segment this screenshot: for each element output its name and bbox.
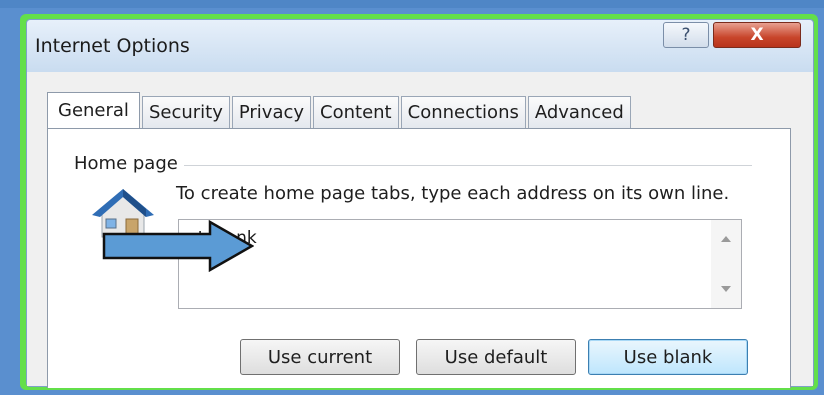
tab-advanced[interactable]: Advanced: [527, 96, 631, 128]
home-page-address-field[interactable]: ut:blank: [178, 219, 742, 309]
arrow-right-icon: [102, 220, 254, 272]
top-strip: [0, 0, 824, 8]
window-title: Internet Options: [35, 35, 190, 57]
use-default-button[interactable]: Use default: [416, 339, 576, 375]
title-bar: Internet Options ? X: [27, 20, 813, 72]
use-current-button[interactable]: Use current: [240, 339, 400, 375]
internet-options-dialog: Internet Options ? X General Security Pr…: [26, 19, 814, 388]
tab-security[interactable]: Security: [141, 96, 230, 128]
help-icon: ?: [681, 25, 691, 45]
close-icon: X: [750, 25, 764, 45]
tab-privacy[interactable]: Privacy: [231, 96, 312, 128]
help-button[interactable]: ?: [663, 22, 709, 48]
tab-general[interactable]: General: [47, 92, 140, 128]
close-button[interactable]: X: [713, 22, 801, 48]
tab-content[interactable]: Content: [313, 96, 399, 128]
scroll-up-icon[interactable]: [721, 236, 731, 242]
home-page-group-label: Home page: [74, 153, 184, 174]
home-page-instruction: To create home page tabs, type each addr…: [176, 183, 730, 204]
use-blank-button[interactable]: Use blank: [588, 339, 748, 375]
tab-strip: General Security Privacy Content Connect…: [47, 92, 633, 128]
right-edge: [818, 40, 824, 395]
address-scrollbar[interactable]: [711, 220, 741, 308]
scroll-down-icon[interactable]: [721, 286, 731, 292]
group-divider: [184, 165, 752, 166]
tab-connections[interactable]: Connections: [400, 96, 526, 128]
